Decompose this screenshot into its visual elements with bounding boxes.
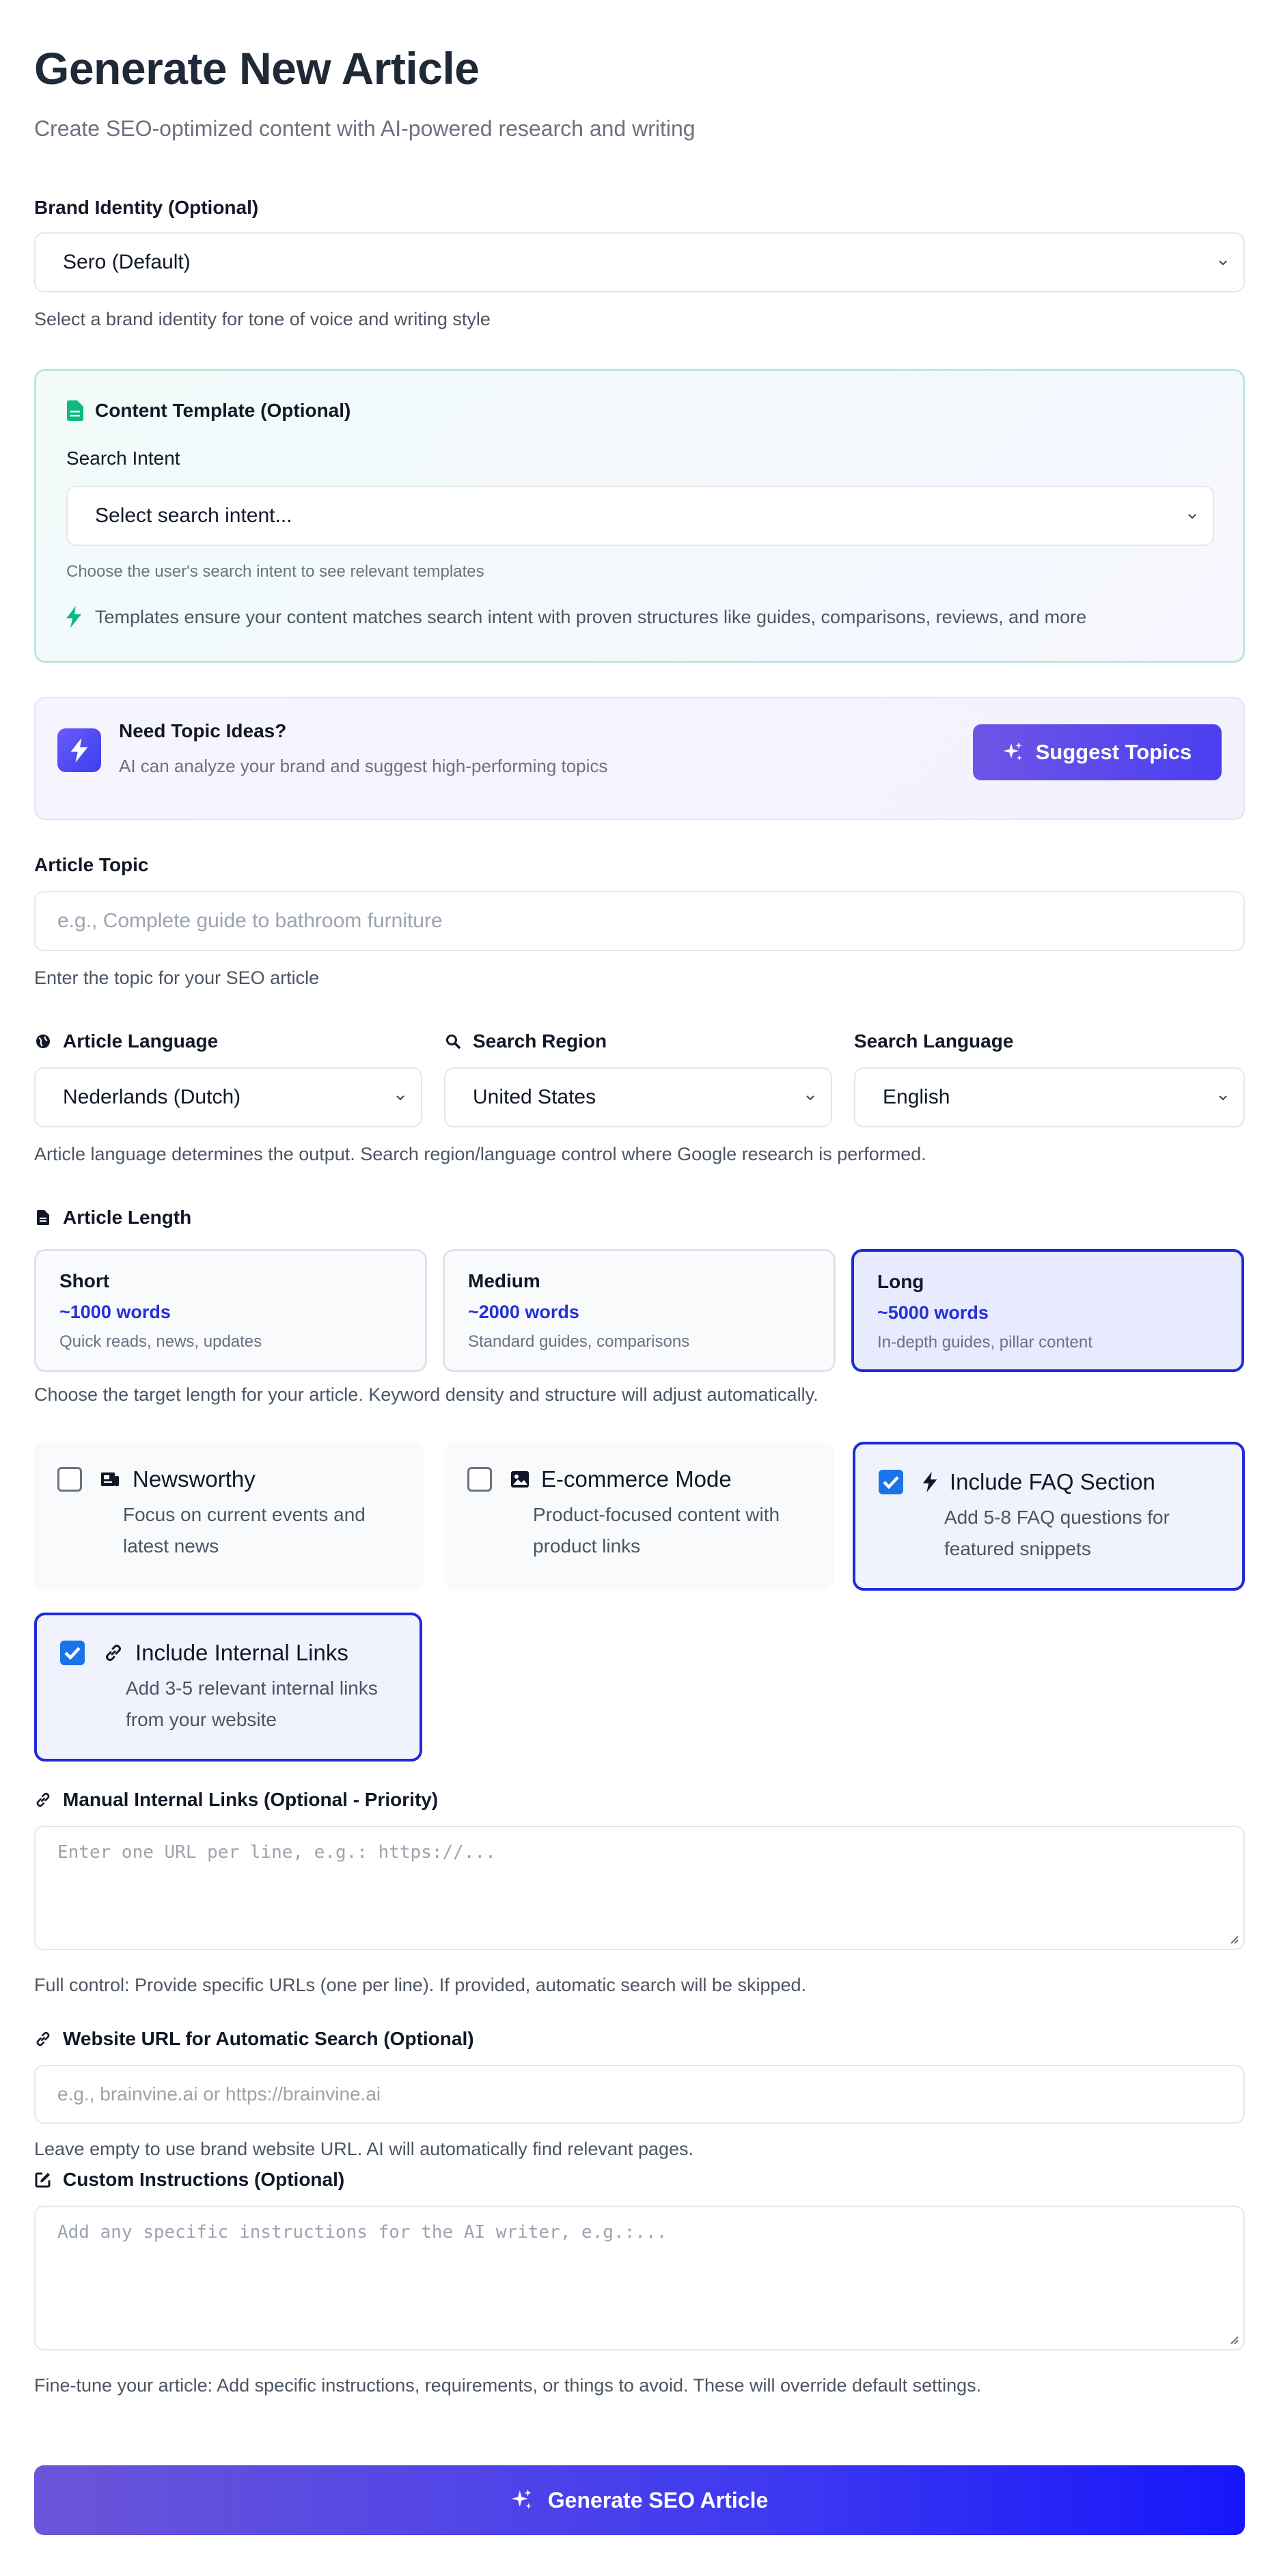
resize-grip-icon[interactable] bbox=[1227, 2333, 1239, 2345]
link-icon bbox=[34, 2030, 52, 2048]
article-topic-label: Article Topic bbox=[34, 854, 149, 875]
search-region-select[interactable]: United States bbox=[444, 1067, 832, 1127]
brand-identity-select[interactable]: Sero (Default) bbox=[34, 232, 1245, 292]
length-option-long[interactable]: Long ~5000 words In-depth guides, pillar… bbox=[851, 1249, 1244, 1372]
brand-identity-label: Brand Identity (Optional) bbox=[34, 197, 259, 218]
custom-instructions-textarea[interactable]: Add any specific instructions for the AI… bbox=[34, 2206, 1245, 2351]
article-language-label: Article Language bbox=[34, 1030, 218, 1052]
option-desc: Add 3-5 relevant internal links from you… bbox=[126, 1677, 378, 1730]
content-template-heading: Content Template (Optional) bbox=[66, 400, 350, 422]
length-title: Long bbox=[877, 1271, 924, 1292]
option-desc: Product-focused content with product lin… bbox=[533, 1504, 780, 1557]
faq-checkbox[interactable] bbox=[879, 1470, 903, 1494]
option-internal-links[interactable]: Include Internal Links Add 3-5 relevant … bbox=[34, 1613, 422, 1762]
search-language-select[interactable]: English bbox=[854, 1067, 1245, 1127]
newsworthy-checkbox[interactable] bbox=[57, 1467, 82, 1492]
template-tip: Templates ensure your content matches se… bbox=[66, 606, 1086, 628]
option-newsworthy[interactable]: Newsworthy Focus on current events and l… bbox=[34, 1442, 424, 1591]
bolt-icon bbox=[57, 728, 101, 772]
chevron-down-icon bbox=[1219, 260, 1227, 266]
manual-links-label: Manual Internal Links (Optional - Priori… bbox=[34, 1789, 438, 1811]
chevron-down-icon bbox=[1188, 514, 1196, 519]
length-words: ~5000 words bbox=[877, 1302, 989, 1323]
length-title: Short bbox=[59, 1270, 110, 1291]
generate-seo-article-button[interactable]: Generate SEO Article bbox=[34, 2465, 1245, 2535]
length-desc: In-depth guides, pillar content bbox=[877, 1333, 1092, 1352]
custom-instructions-help: Fine-tune your article: Add specific ins… bbox=[34, 2375, 982, 2396]
website-url-label: Website URL for Automatic Search (Option… bbox=[34, 2028, 474, 2050]
search-icon bbox=[444, 1032, 462, 1050]
internal-links-checkbox[interactable] bbox=[60, 1641, 85, 1665]
option-ecommerce[interactable]: E-commerce Mode Product-focused content … bbox=[444, 1442, 834, 1591]
link-icon bbox=[106, 1645, 121, 1661]
topic-ideas-desc: AI can analyze your brand and suggest hi… bbox=[119, 756, 608, 776]
article-generator-form: Generate New Article Create SEO-optimize… bbox=[0, 0, 1279, 2576]
search-intent-label: Search Intent bbox=[66, 448, 180, 469]
option-desc: Add 5-8 FAQ questions for featured snipp… bbox=[944, 1507, 1170, 1559]
link-icon bbox=[34, 1791, 52, 1809]
length-title: Medium bbox=[468, 1270, 540, 1291]
bolt-icon bbox=[66, 606, 81, 628]
brand-identity-help: Select a brand identity for tone of voic… bbox=[34, 309, 491, 329]
check-icon bbox=[64, 1647, 81, 1660]
check-icon bbox=[883, 1476, 899, 1490]
article-topic-input[interactable]: e.g., Complete guide to bathroom furnitu… bbox=[34, 891, 1245, 951]
website-url-input[interactable]: e.g., brainvine.ai or https://brainvine.… bbox=[34, 2065, 1245, 2124]
sparkles-icon bbox=[1003, 742, 1022, 761]
document-icon bbox=[34, 1209, 52, 1227]
resize-grip-icon[interactable] bbox=[1227, 1932, 1239, 1945]
option-faq[interactable]: Include FAQ Section Add 5-8 FAQ question… bbox=[853, 1442, 1245, 1591]
length-words: ~1000 words bbox=[59, 1302, 171, 1322]
search-region-label: Search Region bbox=[444, 1030, 607, 1052]
globe-icon bbox=[34, 1032, 52, 1050]
bolt-icon bbox=[922, 1472, 937, 1492]
suggest-topics-button[interactable]: Suggest Topics bbox=[973, 724, 1222, 780]
page-title: Generate New Article bbox=[34, 43, 480, 94]
sparkles-icon bbox=[511, 2489, 532, 2509]
page-subtitle: Create SEO-optimized content with AI-pow… bbox=[34, 116, 696, 141]
search-intent-help: Choose the user's search intent to see r… bbox=[66, 562, 484, 581]
topic-ideas-title: Need Topic Ideas? bbox=[119, 720, 287, 741]
document-icon bbox=[66, 400, 84, 421]
newspaper-icon bbox=[101, 1472, 119, 1486]
chevron-down-icon bbox=[806, 1095, 814, 1101]
manual-links-textarea[interactable]: Enter one URL per line, e.g.: https://..… bbox=[34, 1826, 1245, 1950]
length-option-short[interactable]: Short ~1000 words Quick reads, news, upd… bbox=[34, 1249, 427, 1372]
ecommerce-checkbox[interactable] bbox=[467, 1467, 492, 1492]
chevron-down-icon bbox=[1219, 1095, 1227, 1101]
article-topic-help: Enter the topic for your SEO article bbox=[34, 968, 320, 988]
option-desc: Focus on current events and latest news bbox=[123, 1504, 366, 1557]
article-language-select[interactable]: Nederlands (Dutch) bbox=[34, 1067, 422, 1127]
chevron-down-icon bbox=[396, 1095, 404, 1101]
edit-icon bbox=[34, 2171, 52, 2189]
topic-ideas-panel: Need Topic Ideas? AI can analyze your br… bbox=[34, 697, 1245, 820]
length-desc: Quick reads, news, updates bbox=[59, 1332, 262, 1351]
article-length-label: Article Length bbox=[34, 1207, 191, 1229]
content-template-panel: Content Template (Optional) Search Inten… bbox=[34, 369, 1245, 663]
language-help: Article language determines the output. … bbox=[34, 1144, 926, 1164]
length-words: ~2000 words bbox=[468, 1302, 579, 1322]
image-icon bbox=[511, 1471, 529, 1488]
manual-links-help: Full control: Provide specific URLs (one… bbox=[34, 1975, 807, 1995]
length-desc: Standard guides, comparisons bbox=[468, 1332, 690, 1351]
search-language-label: Search Language bbox=[854, 1030, 1014, 1052]
article-length-help: Choose the target length for your articl… bbox=[34, 1384, 819, 1405]
length-option-medium[interactable]: Medium ~2000 words Standard guides, comp… bbox=[443, 1249, 836, 1372]
search-intent-select[interactable]: Select search intent... bbox=[66, 486, 1214, 546]
custom-instructions-label: Custom Instructions (Optional) bbox=[34, 2169, 344, 2191]
website-url-help: Leave empty to use brand website URL. AI… bbox=[34, 2139, 694, 2159]
